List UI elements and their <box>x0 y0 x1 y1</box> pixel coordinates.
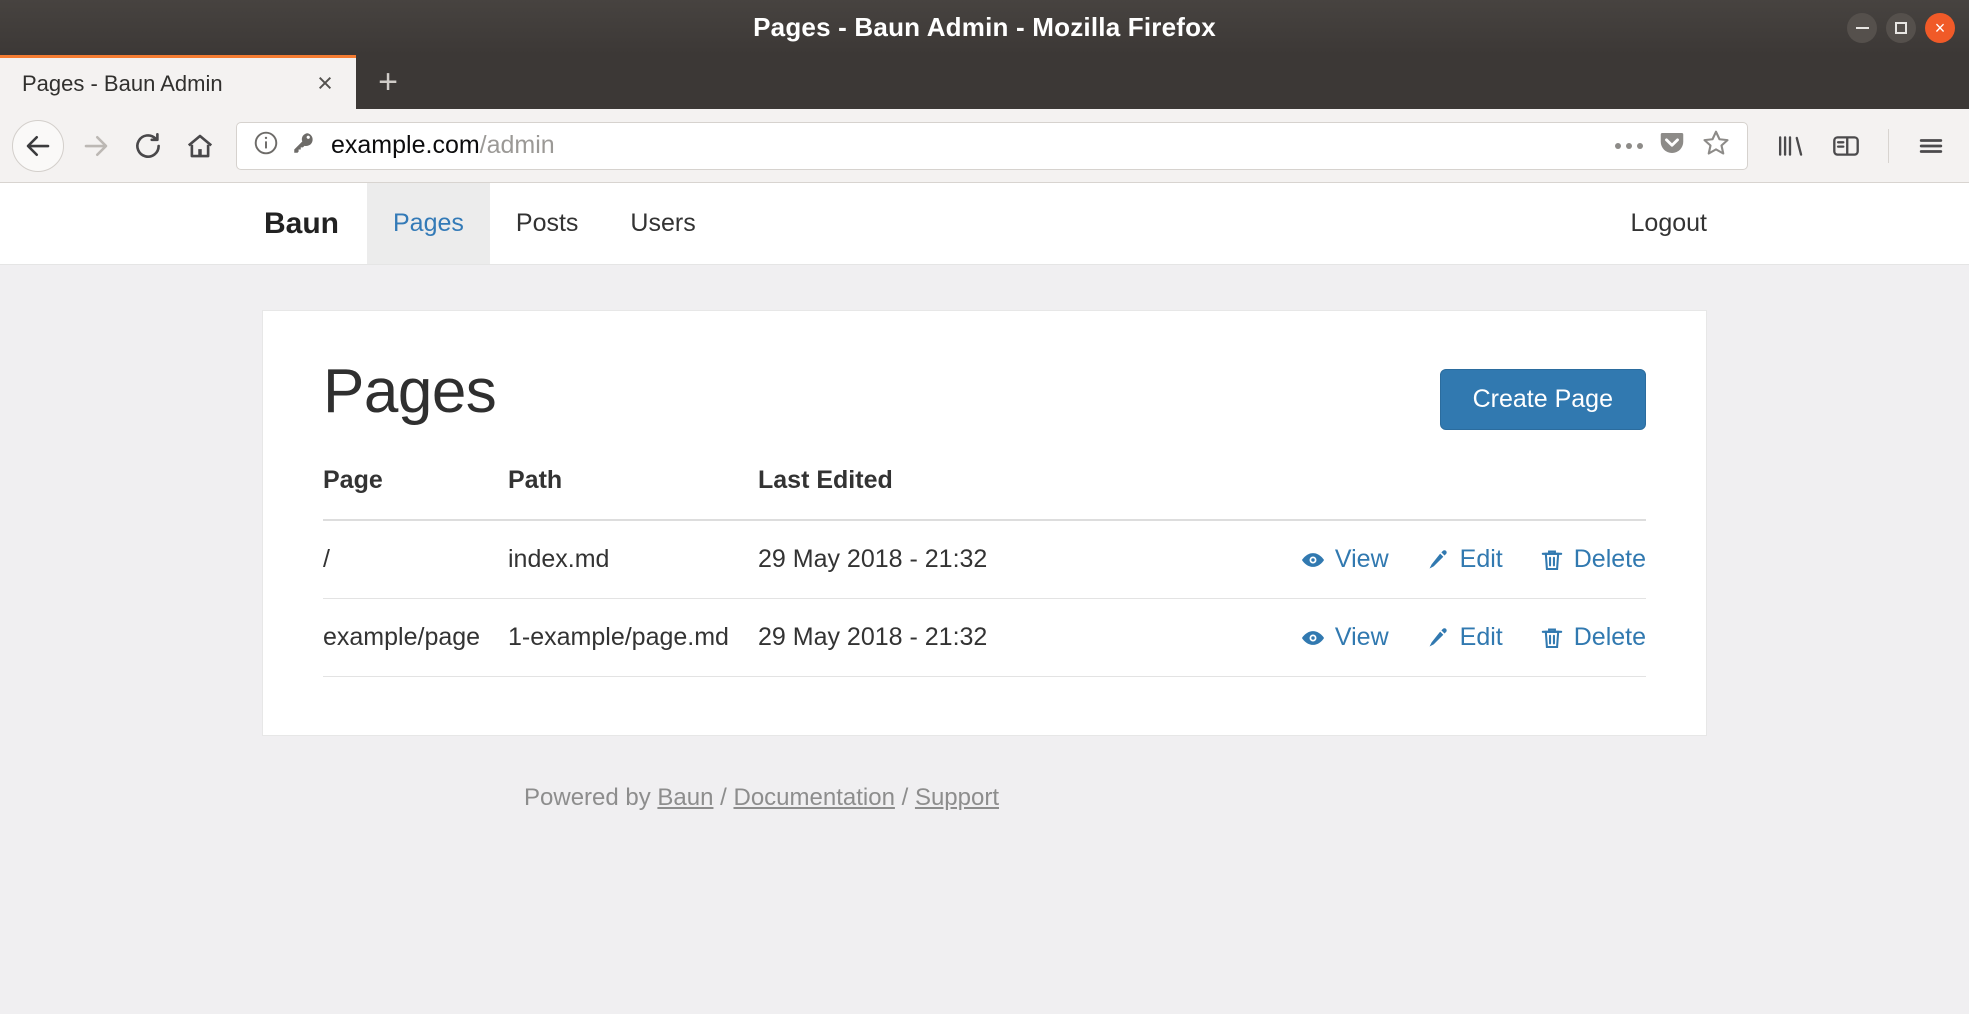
toolbar-separator <box>1888 128 1889 163</box>
view-label: View <box>1334 623 1389 651</box>
delete-label: Delete <box>1573 623 1646 651</box>
row-actions: View Edit Delete <box>1088 623 1646 652</box>
toolbar-right-actions <box>1764 120 1957 172</box>
browser-toolbar: example.com/admin <box>0 109 1969 183</box>
nav-item-posts[interactable]: Posts <box>490 183 605 264</box>
footer-link-documentation[interactable]: Documentation <box>733 784 894 811</box>
trash-icon <box>1539 625 1565 651</box>
view-link[interactable]: View <box>1300 623 1389 652</box>
footer-sep-2: / <box>894 784 915 811</box>
cell-page: / <box>323 520 508 599</box>
site-navbar: Baun Pages Posts Users Logout <box>0 183 1969 265</box>
star-icon[interactable] <box>1701 128 1731 163</box>
cell-actions: View Edit Delete <box>1088 598 1646 677</box>
minimize-button[interactable] <box>1847 12 1877 43</box>
row-actions: View Edit Delete <box>1088 545 1646 574</box>
table-row: example/page 1-example/page.md 29 May 20… <box>323 598 1646 677</box>
page-content: Pages Create Page Page Path Last Edited … <box>0 265 1969 1014</box>
logout-link[interactable]: Logout <box>1605 183 1969 264</box>
home-icon[interactable] <box>174 120 226 172</box>
footer-prefix: Powered by <box>524 784 658 811</box>
pocket-icon[interactable] <box>1657 128 1687 163</box>
url-path: /admin <box>479 131 555 159</box>
cell-path: 1-example/page.md <box>508 598 758 677</box>
cell-actions: View Edit Delete <box>1088 520 1646 599</box>
url-host: example.com <box>331 131 480 159</box>
maximize-icon <box>1895 21 1907 34</box>
pencil-icon <box>1425 547 1451 573</box>
tab-title: Pages - Baun Admin <box>22 70 223 96</box>
create-page-button[interactable]: Create Page <box>1439 369 1646 430</box>
window-title: Pages - Baun Admin - Mozilla Firefox <box>753 12 1216 42</box>
ellipsis-icon[interactable] <box>1615 142 1643 149</box>
page-title: Pages <box>323 357 497 426</box>
close-tab-icon[interactable]: × <box>308 67 342 101</box>
cell-last-edited: 29 May 2018 - 21:32 <box>758 598 1088 677</box>
delete-link[interactable]: Delete <box>1539 545 1646 574</box>
url-bar[interactable]: example.com/admin <box>236 121 1748 170</box>
new-tab-button[interactable]: + <box>356 55 420 109</box>
column-header-page: Page <box>323 466 508 521</box>
table-row: / index.md 29 May 2018 - 21:32 View Edit… <box>323 520 1646 599</box>
edit-link[interactable]: Edit <box>1425 545 1503 574</box>
nav-item-users[interactable]: Users <box>604 183 721 264</box>
nav-item-pages[interactable]: Pages <box>367 183 490 264</box>
column-header-path: Path <box>508 466 758 521</box>
window-titlebar: Pages - Baun Admin - Mozilla Firefox × <box>0 0 1969 55</box>
page-footer: Powered by Baun / Documentation / Suppor… <box>262 736 1707 812</box>
maximize-button[interactable] <box>1886 12 1916 43</box>
browser-tabstrip: Pages - Baun Admin × + <box>0 55 1969 109</box>
key-icon[interactable] <box>291 130 317 161</box>
table-body: / index.md 29 May 2018 - 21:32 View Edit… <box>323 520 1646 677</box>
library-icon[interactable] <box>1764 120 1816 172</box>
brand-logo[interactable]: Baun <box>0 183 367 264</box>
browser-tab-active[interactable]: Pages - Baun Admin × <box>0 55 356 109</box>
pages-card: Pages Create Page Page Path Last Edited … <box>262 310 1707 736</box>
window-controls: × <box>1847 12 1955 43</box>
cell-path: index.md <box>508 520 758 599</box>
pages-table: Page Path Last Edited / index.md 29 May … <box>323 466 1646 677</box>
table-head: Page Path Last Edited <box>323 466 1646 521</box>
edit-label: Edit <box>1459 545 1503 573</box>
delete-link[interactable]: Delete <box>1539 623 1646 652</box>
forward-arrow-icon <box>70 120 122 172</box>
delete-label: Delete <box>1573 545 1646 573</box>
footer-link-baun[interactable]: Baun <box>657 784 713 811</box>
cell-last-edited: 29 May 2018 - 21:32 <box>758 520 1088 599</box>
pencil-icon <box>1425 625 1451 651</box>
cell-page: example/page <box>323 598 508 677</box>
footer-sep-1: / <box>713 784 734 811</box>
minimize-icon <box>1855 26 1869 29</box>
eye-icon <box>1300 625 1326 651</box>
footer-link-support[interactable]: Support <box>915 784 999 811</box>
url-text[interactable]: example.com/admin <box>331 131 1615 160</box>
close-window-button[interactable]: × <box>1925 12 1955 43</box>
table-header-row: Page Path Last Edited <box>323 466 1646 521</box>
url-bar-actions <box>1615 128 1735 163</box>
column-header-last-edited: Last Edited <box>758 466 1088 521</box>
back-arrow-icon[interactable] <box>12 119 64 172</box>
sidebar-icon[interactable] <box>1820 120 1872 172</box>
card-header: Pages Create Page <box>323 361 1646 430</box>
info-circle-icon[interactable] <box>253 130 279 161</box>
column-header-actions <box>1088 466 1646 521</box>
edit-link[interactable]: Edit <box>1425 623 1503 652</box>
trash-icon <box>1539 547 1565 573</box>
view-link[interactable]: View <box>1300 545 1389 574</box>
edit-label: Edit <box>1459 623 1503 651</box>
reload-icon[interactable] <box>122 120 174 172</box>
view-label: View <box>1334 545 1389 573</box>
eye-icon <box>1300 547 1326 573</box>
hamburger-menu-icon[interactable] <box>1905 120 1957 172</box>
